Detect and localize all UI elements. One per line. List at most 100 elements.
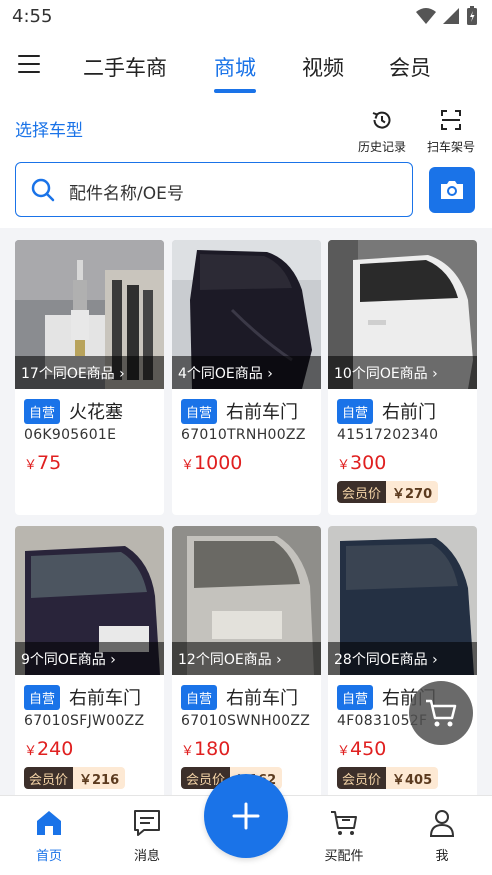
product-name: 右前车门 bbox=[226, 402, 299, 423]
scan-label: 扫车架号 bbox=[426, 140, 475, 154]
wifi-icon bbox=[416, 8, 436, 24]
product-price: ￥75 bbox=[24, 452, 61, 474]
product-oe-code: 67010SWNH00ZZ bbox=[181, 713, 311, 729]
product-name: 右前车门 bbox=[226, 688, 299, 709]
product-price: ￥180 bbox=[181, 738, 230, 760]
currency-symbol: ￥ bbox=[337, 744, 351, 759]
history-label: 历史记录 bbox=[357, 140, 406, 154]
product-card[interactable]: 9个同OE商品 › 自营 右前车门 67010SFJW00ZZ ￥240 会员价… bbox=[15, 526, 164, 801]
bottom-nav-label: 我 bbox=[435, 849, 449, 864]
product-title: 自营 右前车门 bbox=[24, 684, 141, 710]
self-operated-badge: 自营 bbox=[24, 684, 61, 710]
member-price-value: ￥270 bbox=[386, 481, 439, 503]
history-icon bbox=[372, 111, 391, 129]
self-operated-badge: 自营 bbox=[181, 398, 218, 424]
product-card[interactable]: 12个同OE商品 › 自营 右前车门 67010SWNH00ZZ ￥180 会员… bbox=[172, 526, 321, 801]
bottom-nav-label: 消息 bbox=[133, 849, 160, 864]
currency-symbol: ￥ bbox=[337, 458, 351, 473]
price-value: 75 bbox=[37, 452, 62, 474]
price-value: 240 bbox=[37, 738, 74, 760]
same-oe-count-link[interactable]: 4个同OE商品 › bbox=[172, 356, 321, 389]
product-oe-code: 41517202340 bbox=[337, 427, 439, 443]
tab-member[interactable]: 会员 bbox=[389, 52, 431, 82]
member-price-tag: 会员价 ￥216 bbox=[24, 767, 126, 789]
currency-symbol: ￥ bbox=[24, 458, 38, 473]
active-tab-indicator bbox=[214, 89, 256, 93]
cart-icon bbox=[426, 699, 457, 727]
same-oe-count-link[interactable]: 10个同OE商品 › bbox=[328, 356, 477, 389]
bottom-nav-label: 买配件 bbox=[324, 849, 364, 864]
self-operated-badge: 自营 bbox=[181, 684, 218, 710]
top-nav: 二手车商 商城 视频 会员 bbox=[0, 34, 492, 100]
search-input[interactable]: 配件名称/OE号 bbox=[15, 162, 413, 217]
status-time: 4:55 bbox=[12, 6, 53, 27]
product-name: 右前门 bbox=[382, 402, 437, 423]
bottom-nav-label: 首页 bbox=[35, 849, 62, 864]
tab-used-car-dealer[interactable]: 二手车商 bbox=[83, 52, 167, 82]
price-value: 1000 bbox=[194, 452, 243, 474]
member-price-value: ￥405 bbox=[386, 767, 439, 789]
price-value: 300 bbox=[350, 452, 387, 474]
product-oe-code: 67010TRNH00ZZ bbox=[181, 427, 306, 443]
product-price: ￥450 bbox=[337, 738, 386, 760]
product-title: 自营 右前车门 bbox=[181, 684, 298, 710]
product-oe-code: 67010SFJW00ZZ bbox=[24, 713, 145, 729]
currency-symbol: ￥ bbox=[24, 744, 38, 759]
product-price: ￥240 bbox=[24, 738, 73, 760]
home-icon bbox=[37, 811, 61, 835]
add-button[interactable] bbox=[204, 774, 288, 858]
scan-vin-button[interactable]: 扫车架号 bbox=[421, 108, 481, 155]
bottom-nav-me[interactable]: 我 bbox=[407, 808, 477, 864]
price-value: 180 bbox=[194, 738, 231, 760]
product-card[interactable]: 28个同OE商品 › 自营 右前门 4F0831052F ￥450 会员价 ￥40… bbox=[328, 526, 477, 801]
history-button[interactable]: 历史记录 bbox=[352, 108, 412, 155]
camera-search-button[interactable] bbox=[429, 167, 475, 213]
same-oe-count-link[interactable]: 9个同OE商品 › bbox=[15, 642, 164, 675]
search-row: 配件名称/OE号 bbox=[0, 156, 492, 228]
member-price-value: ￥216 bbox=[73, 767, 126, 789]
product-title: 自营 右前门 bbox=[337, 398, 436, 424]
camera-icon bbox=[441, 181, 463, 199]
search-icon bbox=[31, 178, 55, 202]
product-price: ￥300 bbox=[337, 452, 386, 474]
floating-cart-button[interactable] bbox=[409, 681, 473, 745]
scan-icon bbox=[441, 110, 461, 130]
tab-video[interactable]: 视频 bbox=[302, 52, 344, 82]
self-operated-badge: 自营 bbox=[337, 398, 374, 424]
status-bar: 4:55 bbox=[0, 0, 492, 34]
cart-icon bbox=[331, 811, 357, 835]
currency-symbol: ￥ bbox=[181, 458, 195, 473]
bottom-nav-buy-parts[interactable]: 买配件 bbox=[309, 808, 379, 864]
member-price-tag: 会员价 ￥405 bbox=[337, 767, 439, 789]
price-value: 450 bbox=[350, 738, 387, 760]
product-oe-code: 06K905601E bbox=[24, 427, 117, 443]
product-card[interactable]: 10个同OE商品 › 自营 右前门 41517202340 ￥300 会员价 ￥2… bbox=[328, 240, 477, 515]
signal-icon bbox=[443, 8, 459, 24]
self-operated-badge: 自营 bbox=[337, 684, 374, 710]
same-oe-count-link[interactable]: 17个同OE商品 › bbox=[15, 356, 164, 389]
same-oe-count-link[interactable]: 12个同OE商品 › bbox=[172, 642, 321, 675]
member-price-label: 会员价 bbox=[337, 767, 387, 789]
menu-icon[interactable] bbox=[18, 55, 40, 75]
tab-mall[interactable]: 商城 bbox=[214, 52, 256, 82]
bottom-nav-messages[interactable]: 消息 bbox=[112, 808, 182, 864]
bottom-nav-home[interactable]: 首页 bbox=[14, 808, 84, 864]
product-card[interactable]: 17个同OE商品 › 自营 火花塞 06K905601E ￥75 bbox=[15, 240, 164, 515]
member-price-label: 会员价 bbox=[337, 481, 387, 503]
product-name: 右前车门 bbox=[69, 688, 142, 709]
message-icon bbox=[134, 810, 160, 836]
member-price-label: 会员价 bbox=[24, 767, 74, 789]
same-oe-count-link[interactable]: 28个同OE商品 › bbox=[328, 642, 477, 675]
plus-icon bbox=[232, 802, 260, 830]
search-placeholder: 配件名称/OE号 bbox=[69, 184, 184, 204]
tool-row: 选择车型 历史记录 扫车架号 bbox=[0, 100, 492, 156]
user-icon bbox=[429, 810, 455, 837]
self-operated-badge: 自营 bbox=[24, 398, 61, 424]
product-card[interactable]: 4个同OE商品 › 自营 右前车门 67010TRNH00ZZ ￥1000 bbox=[172, 240, 321, 515]
product-title: 自营 右前车门 bbox=[181, 398, 298, 424]
currency-symbol: ￥ bbox=[181, 744, 195, 759]
product-price: ￥1000 bbox=[181, 452, 242, 474]
battery-icon bbox=[467, 6, 477, 25]
product-name: 火花塞 bbox=[69, 402, 124, 423]
choose-car-model-link[interactable]: 选择车型 bbox=[15, 116, 83, 141]
